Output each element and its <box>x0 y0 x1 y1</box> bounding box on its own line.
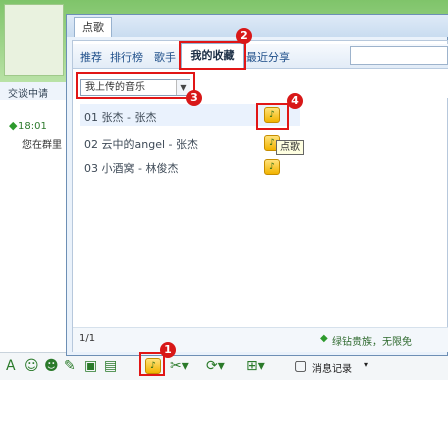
sticker-icon[interactable]: ☻ <box>44 358 59 374</box>
page-indicator: 1/1 <box>79 333 96 344</box>
search-input[interactable] <box>350 46 448 65</box>
diamond-icon: ◆ <box>320 333 328 344</box>
song-item-1[interactable]: 01 张杰 - 张杰 <box>84 109 156 125</box>
gallery-icon[interactable]: ▤ <box>104 358 117 374</box>
chat-message: 您在群里 <box>22 140 62 151</box>
annotation-badge: 3 <box>186 90 202 106</box>
highlight-box <box>76 72 195 99</box>
tab-singers[interactable]: 歌手 <box>154 49 176 65</box>
tab-recommend[interactable]: 推荐 <box>80 49 102 65</box>
highlight-box <box>139 352 165 376</box>
edit-icon[interactable]: ✎ <box>64 358 76 374</box>
request-song-tooltip: 点歌 <box>276 140 304 155</box>
more-icon[interactable]: ⊞▾ <box>246 358 265 374</box>
request-song-icon[interactable]: ♪ <box>264 159 280 175</box>
chat-timestamp: 18:01 <box>18 121 47 132</box>
message-input[interactable] <box>0 380 448 428</box>
song-item-3[interactable]: 03 小酒窝 - 林俊杰 <box>84 160 178 176</box>
history-icon[interactable]: ▢ <box>294 358 307 374</box>
annotation-badge: 2 <box>236 28 252 44</box>
chat-tip-text: 交谈中请 <box>8 89 48 100</box>
chevron-down-icon[interactable]: ▾ <box>364 360 368 369</box>
annotation-badge: 1 <box>160 342 176 358</box>
contact-avatar[interactable] <box>4 4 64 76</box>
emoji-icon[interactable]: ☺ <box>24 358 39 374</box>
popup-title-tab[interactable]: 点歌 <box>74 17 112 37</box>
scissors-icon[interactable]: ✂▾ <box>170 358 189 374</box>
promo-link[interactable]: 绿钻贵族，无限免 <box>332 333 412 348</box>
image-icon[interactable]: ▣ <box>84 358 97 374</box>
history-button[interactable]: 消息记录 <box>312 360 352 375</box>
highlight-box <box>179 41 246 70</box>
font-icon[interactable]: A <box>6 358 16 374</box>
highlight-box <box>256 103 289 130</box>
screenshot-icon[interactable]: ⟳▾ <box>206 358 225 374</box>
annotation-badge: 4 <box>287 93 303 109</box>
diamond-icon: ◆ <box>9 119 18 132</box>
tab-recent-shares[interactable]: 最近分享 <box>246 49 290 65</box>
song-item-2[interactable]: 02 云中的angel - 张杰 <box>84 136 198 152</box>
tab-charts[interactable]: 排行榜 <box>110 49 143 65</box>
popup-titlebar <box>67 15 448 37</box>
